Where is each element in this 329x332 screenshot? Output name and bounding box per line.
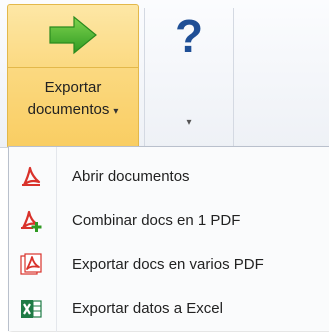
pdf-multiple-icon xyxy=(20,253,42,275)
menu-item-combinar-docs[interactable]: Combinar docs en 1 PDF xyxy=(9,199,329,243)
export-icon-area[interactable] xyxy=(8,5,138,68)
export-documents-button[interactable]: Exportar documentos ▾ xyxy=(7,4,139,149)
help-button[interactable]: ? ▾ xyxy=(145,4,233,144)
help-glyph: ? xyxy=(175,12,203,58)
menu-item-exportar-excel[interactable]: Exportar datos a Excel xyxy=(9,287,329,331)
export-documents-label: Exportar documentos ▾ xyxy=(8,77,138,123)
green-right-arrow-icon xyxy=(49,15,97,55)
menu-item-label: Abrir documentos xyxy=(72,168,190,185)
ribbon: Exportar documentos ▾ ? ▾ xyxy=(0,0,329,149)
pdf-merge-icon xyxy=(21,210,42,232)
export-label-line2: documentos xyxy=(27,101,110,118)
pdf-icon xyxy=(22,166,41,187)
chevron-down-icon: ▾ xyxy=(113,106,119,117)
menu-item-abrir-documentos[interactable]: Abrir documentos xyxy=(9,155,329,199)
ribbon-separator xyxy=(233,8,234,146)
chevron-down-icon[interactable]: ▾ xyxy=(145,117,233,128)
menu-item-exportar-varios-pdf[interactable]: Exportar docs en varios PDF xyxy=(9,243,329,287)
menu-item-label: Exportar docs en varios PDF xyxy=(72,256,264,273)
menu-item-label: Exportar datos a Excel xyxy=(72,300,223,317)
question-mark-icon: ? xyxy=(175,12,203,58)
menu-item-label: Combinar docs en 1 PDF xyxy=(72,212,241,229)
export-label-line1: Exportar xyxy=(44,79,102,96)
excel-icon xyxy=(21,300,42,318)
export-dropdown-menu: Abrir documentos Combinar docs en 1 PDF … xyxy=(8,146,329,332)
